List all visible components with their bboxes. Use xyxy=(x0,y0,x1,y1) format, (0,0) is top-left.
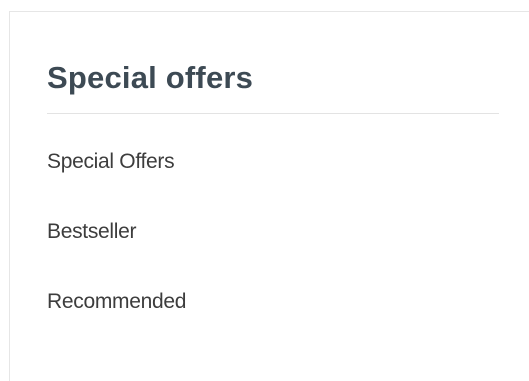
offers-menu: Special Offers Bestseller Recommended xyxy=(47,148,186,358)
menu-item-recommended: Recommended xyxy=(47,288,186,316)
title-divider xyxy=(47,113,499,114)
special-offers-link[interactable]: Special Offers xyxy=(47,150,175,173)
bestseller-link[interactable]: Bestseller xyxy=(47,220,137,243)
recommended-link[interactable]: Recommended xyxy=(47,290,186,313)
panel-title: Special offers xyxy=(47,60,254,95)
menu-item-bestseller: Bestseller xyxy=(47,218,186,246)
special-offers-panel: Special offers Special Offers Bestseller… xyxy=(9,11,529,381)
menu-item-special-offers: Special Offers xyxy=(47,148,186,176)
